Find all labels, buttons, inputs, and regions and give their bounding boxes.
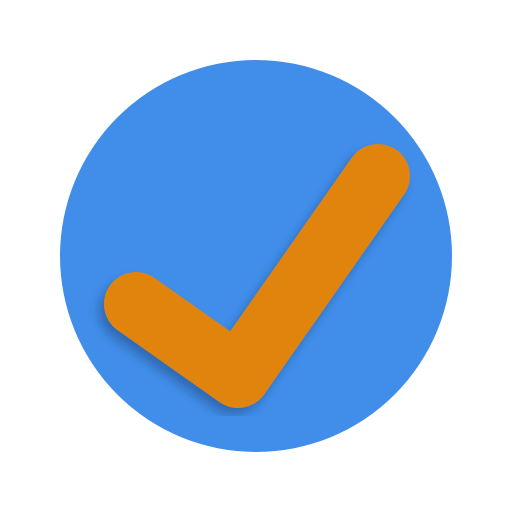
app-icon — [0, 0, 512, 512]
checkmark-circle-icon — [60, 60, 452, 452]
